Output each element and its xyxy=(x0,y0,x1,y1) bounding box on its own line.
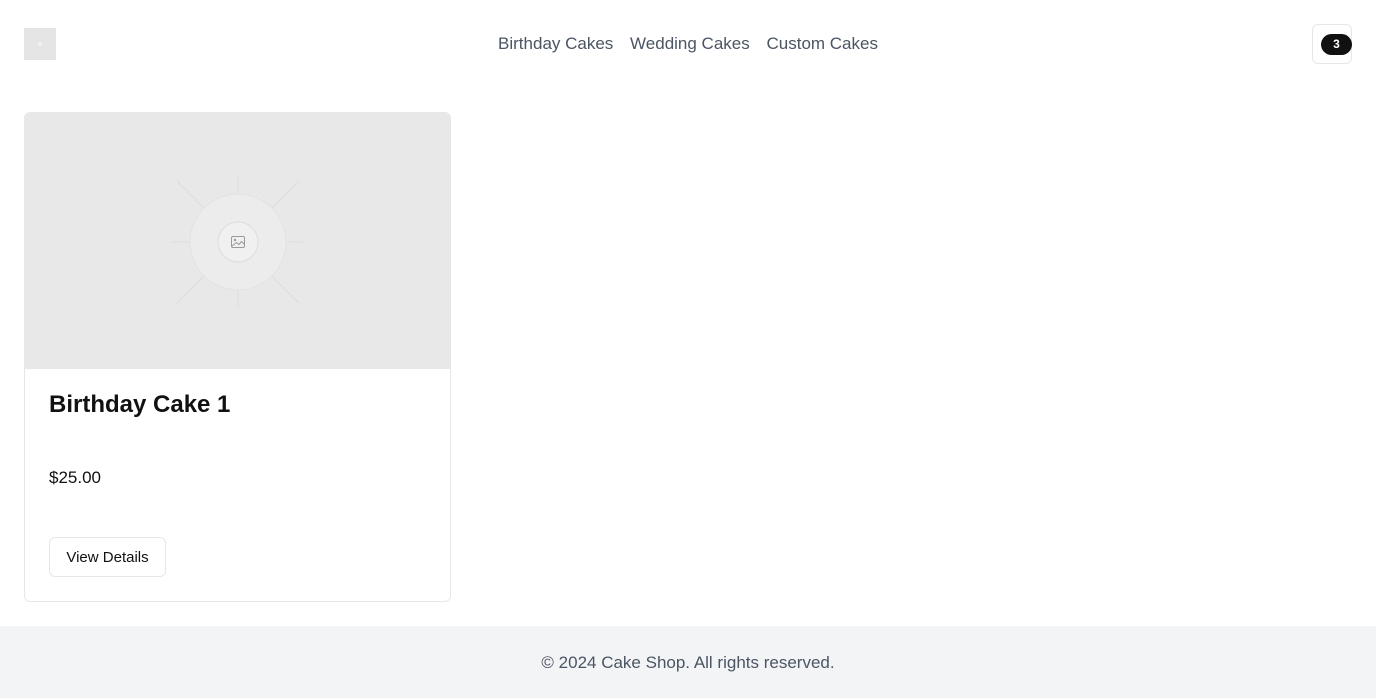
product-image-placeholder xyxy=(25,113,450,369)
view-details-button[interactable]: View Details xyxy=(49,537,166,577)
site-header: Birthday Cakes Wedding Cakes Custom Cake… xyxy=(0,0,1376,88)
image-placeholder-icon xyxy=(173,177,303,307)
product-title: Birthday Cake 1 xyxy=(49,391,231,418)
product-card: Birthday Cake 1 $25.00 View Details xyxy=(24,112,451,602)
nav-wedding-cakes[interactable]: Wedding Cakes xyxy=(630,33,750,55)
site-footer: © 2024 Cake Shop. All rights reserved. xyxy=(0,626,1376,698)
footer-copyright: © 2024 Cake Shop. All rights reserved. xyxy=(541,653,835,672)
nav-birthday-cakes[interactable]: Birthday Cakes xyxy=(498,33,613,55)
cart-count-badge: 3 xyxy=(1321,34,1352,55)
main-nav: Birthday Cakes Wedding Cakes Custom Cake… xyxy=(0,33,1376,55)
cart-button[interactable]: 3 xyxy=(1312,24,1352,64)
product-price: $25.00 xyxy=(49,468,101,487)
nav-custom-cakes[interactable]: Custom Cakes xyxy=(766,33,877,55)
